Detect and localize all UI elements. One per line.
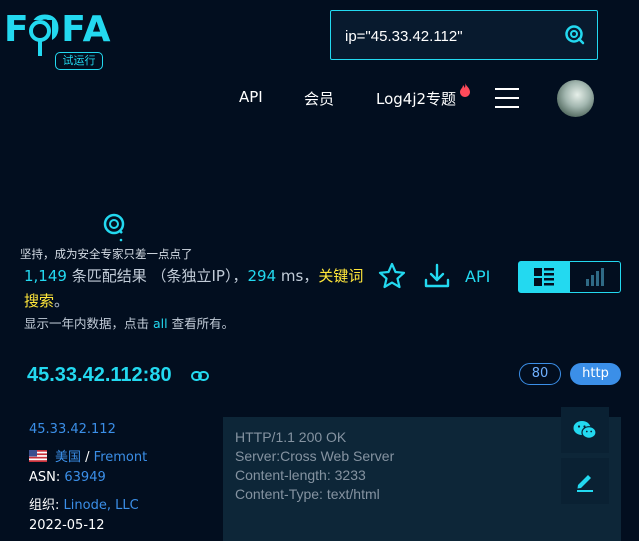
result-location: 美国 / Fremont [29,446,147,465]
result-ms-unit: ms， [276,267,319,285]
tip-text: 坚持，成为安全专家只差一点点了 [20,247,193,261]
api-button[interactable]: API [465,267,490,286]
result-unique-label: （条独立IP） [151,267,233,285]
avatar[interactable] [557,80,594,117]
star-icon[interactable] [378,262,406,290]
result-count: 1,149 [24,267,67,285]
tip-icon [103,213,125,242]
sub-suffix: 查看所有。 [167,316,235,331]
view-toggle [518,261,621,293]
stats-view-button[interactable] [570,262,621,292]
sub-prefix: 显示一年内数据，点击 [24,316,153,331]
list-view-icon [534,268,555,286]
logo-text: FOFA [4,9,112,50]
us-flag-icon [29,450,47,462]
protocol-tag[interactable]: http [570,363,621,385]
edit-button[interactable] [561,458,609,504]
asn-label: ASN: [29,470,65,485]
bar-chart-icon [585,268,604,286]
org-link[interactable]: Linode, LLC [64,498,139,513]
banner-line: Server:Cross Web Server [235,448,395,464]
search-input[interactable] [345,25,555,47]
banner-line: Content-length: 3233 [235,467,366,483]
banner-line: HTTP/1.1 200 OK [235,429,347,445]
edit-icon [577,475,593,492]
result-subline: 显示一年内数据，点击 all 查看所有。 [24,313,234,332]
trial-badge: 试运行 [55,52,103,70]
result-ip-link[interactable]: 45.33.42.112 [29,422,116,437]
search-box [330,10,598,60]
asn-link[interactable]: 63949 [64,470,105,485]
link-icon[interactable] [191,370,209,382]
list-view-button[interactable] [519,262,570,292]
country-link[interactable]: 美国 [55,450,81,465]
result-summary: 1,149 条匹配结果 （条独立IP），294 ms，关键词搜索。 [24,264,369,314]
result-host-link[interactable]: 45.33.42.112:80 [27,364,172,387]
city-link[interactable]: Fremont [94,450,148,465]
wechat-icon [573,421,597,439]
org-label: 组织: [29,498,64,513]
fire-icon [460,83,470,97]
result-date: 2022-05-12 [29,518,105,533]
port-tag[interactable]: 80 [519,363,561,385]
location-sep: / [81,450,94,465]
result-end: 。 [54,292,70,310]
menu-icon[interactable] [495,88,519,108]
result-org: 组织: Linode, LLC [29,494,139,513]
nav-api[interactable]: API [239,88,263,106]
wechat-share-button[interactable] [561,407,609,453]
search-icon[interactable] [563,24,585,46]
download-icon[interactable] [423,262,451,290]
result-match-label: 条匹配结果 [66,267,152,285]
result-asn: ASN: 63949 [29,470,106,485]
fofa-logo[interactable]: FOFA 试运行 [4,10,111,70]
logo-pin-icon [28,20,52,58]
result-ms: 294 [247,267,277,285]
show-all-link[interactable]: all [153,316,168,331]
result-sep: ， [232,267,248,285]
banner-line: Content-Type: text/html [235,486,380,502]
nav-vip[interactable]: 会员 [304,88,334,109]
nav-log4j2[interactable]: Log4j2专题 [376,88,456,109]
